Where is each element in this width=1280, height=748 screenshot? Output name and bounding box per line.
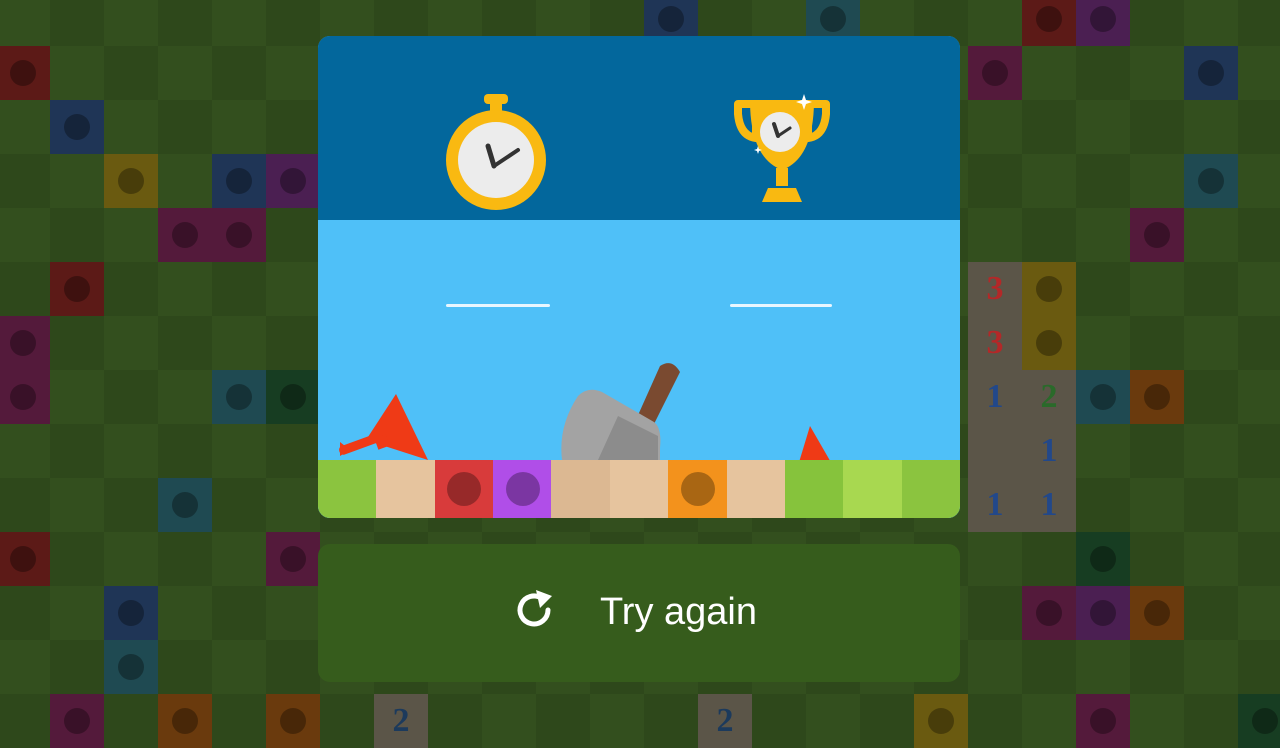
try-again-label[interactable]: Try again (600, 586, 757, 638)
ground-cell (376, 460, 436, 518)
ground-cell (318, 460, 377, 518)
trophy-icon (734, 94, 830, 202)
time-value-placeholder (446, 304, 550, 307)
ground-cell (434, 460, 494, 518)
left-flag-icon (339, 394, 428, 460)
ground-cell (668, 460, 728, 518)
ground-cell (726, 460, 786, 518)
result-header (318, 36, 960, 220)
best-value-placeholder (730, 304, 832, 307)
result-card (318, 36, 960, 518)
ground-tiles (318, 460, 960, 518)
ground-cell-dot (447, 472, 482, 506)
ground-cell-dot (680, 472, 715, 506)
ground-cell-dot (505, 472, 540, 506)
shovel-icon (561, 363, 680, 460)
ground-cell (784, 460, 844, 518)
ground-cell (609, 460, 669, 518)
refresh-icon[interactable] (510, 586, 558, 634)
result-scene (318, 220, 960, 518)
ground-cell (843, 460, 903, 518)
ground-cell (901, 460, 960, 518)
ground-cell (551, 460, 611, 518)
ground-cell (493, 460, 552, 518)
stopwatch-icon (446, 94, 546, 210)
